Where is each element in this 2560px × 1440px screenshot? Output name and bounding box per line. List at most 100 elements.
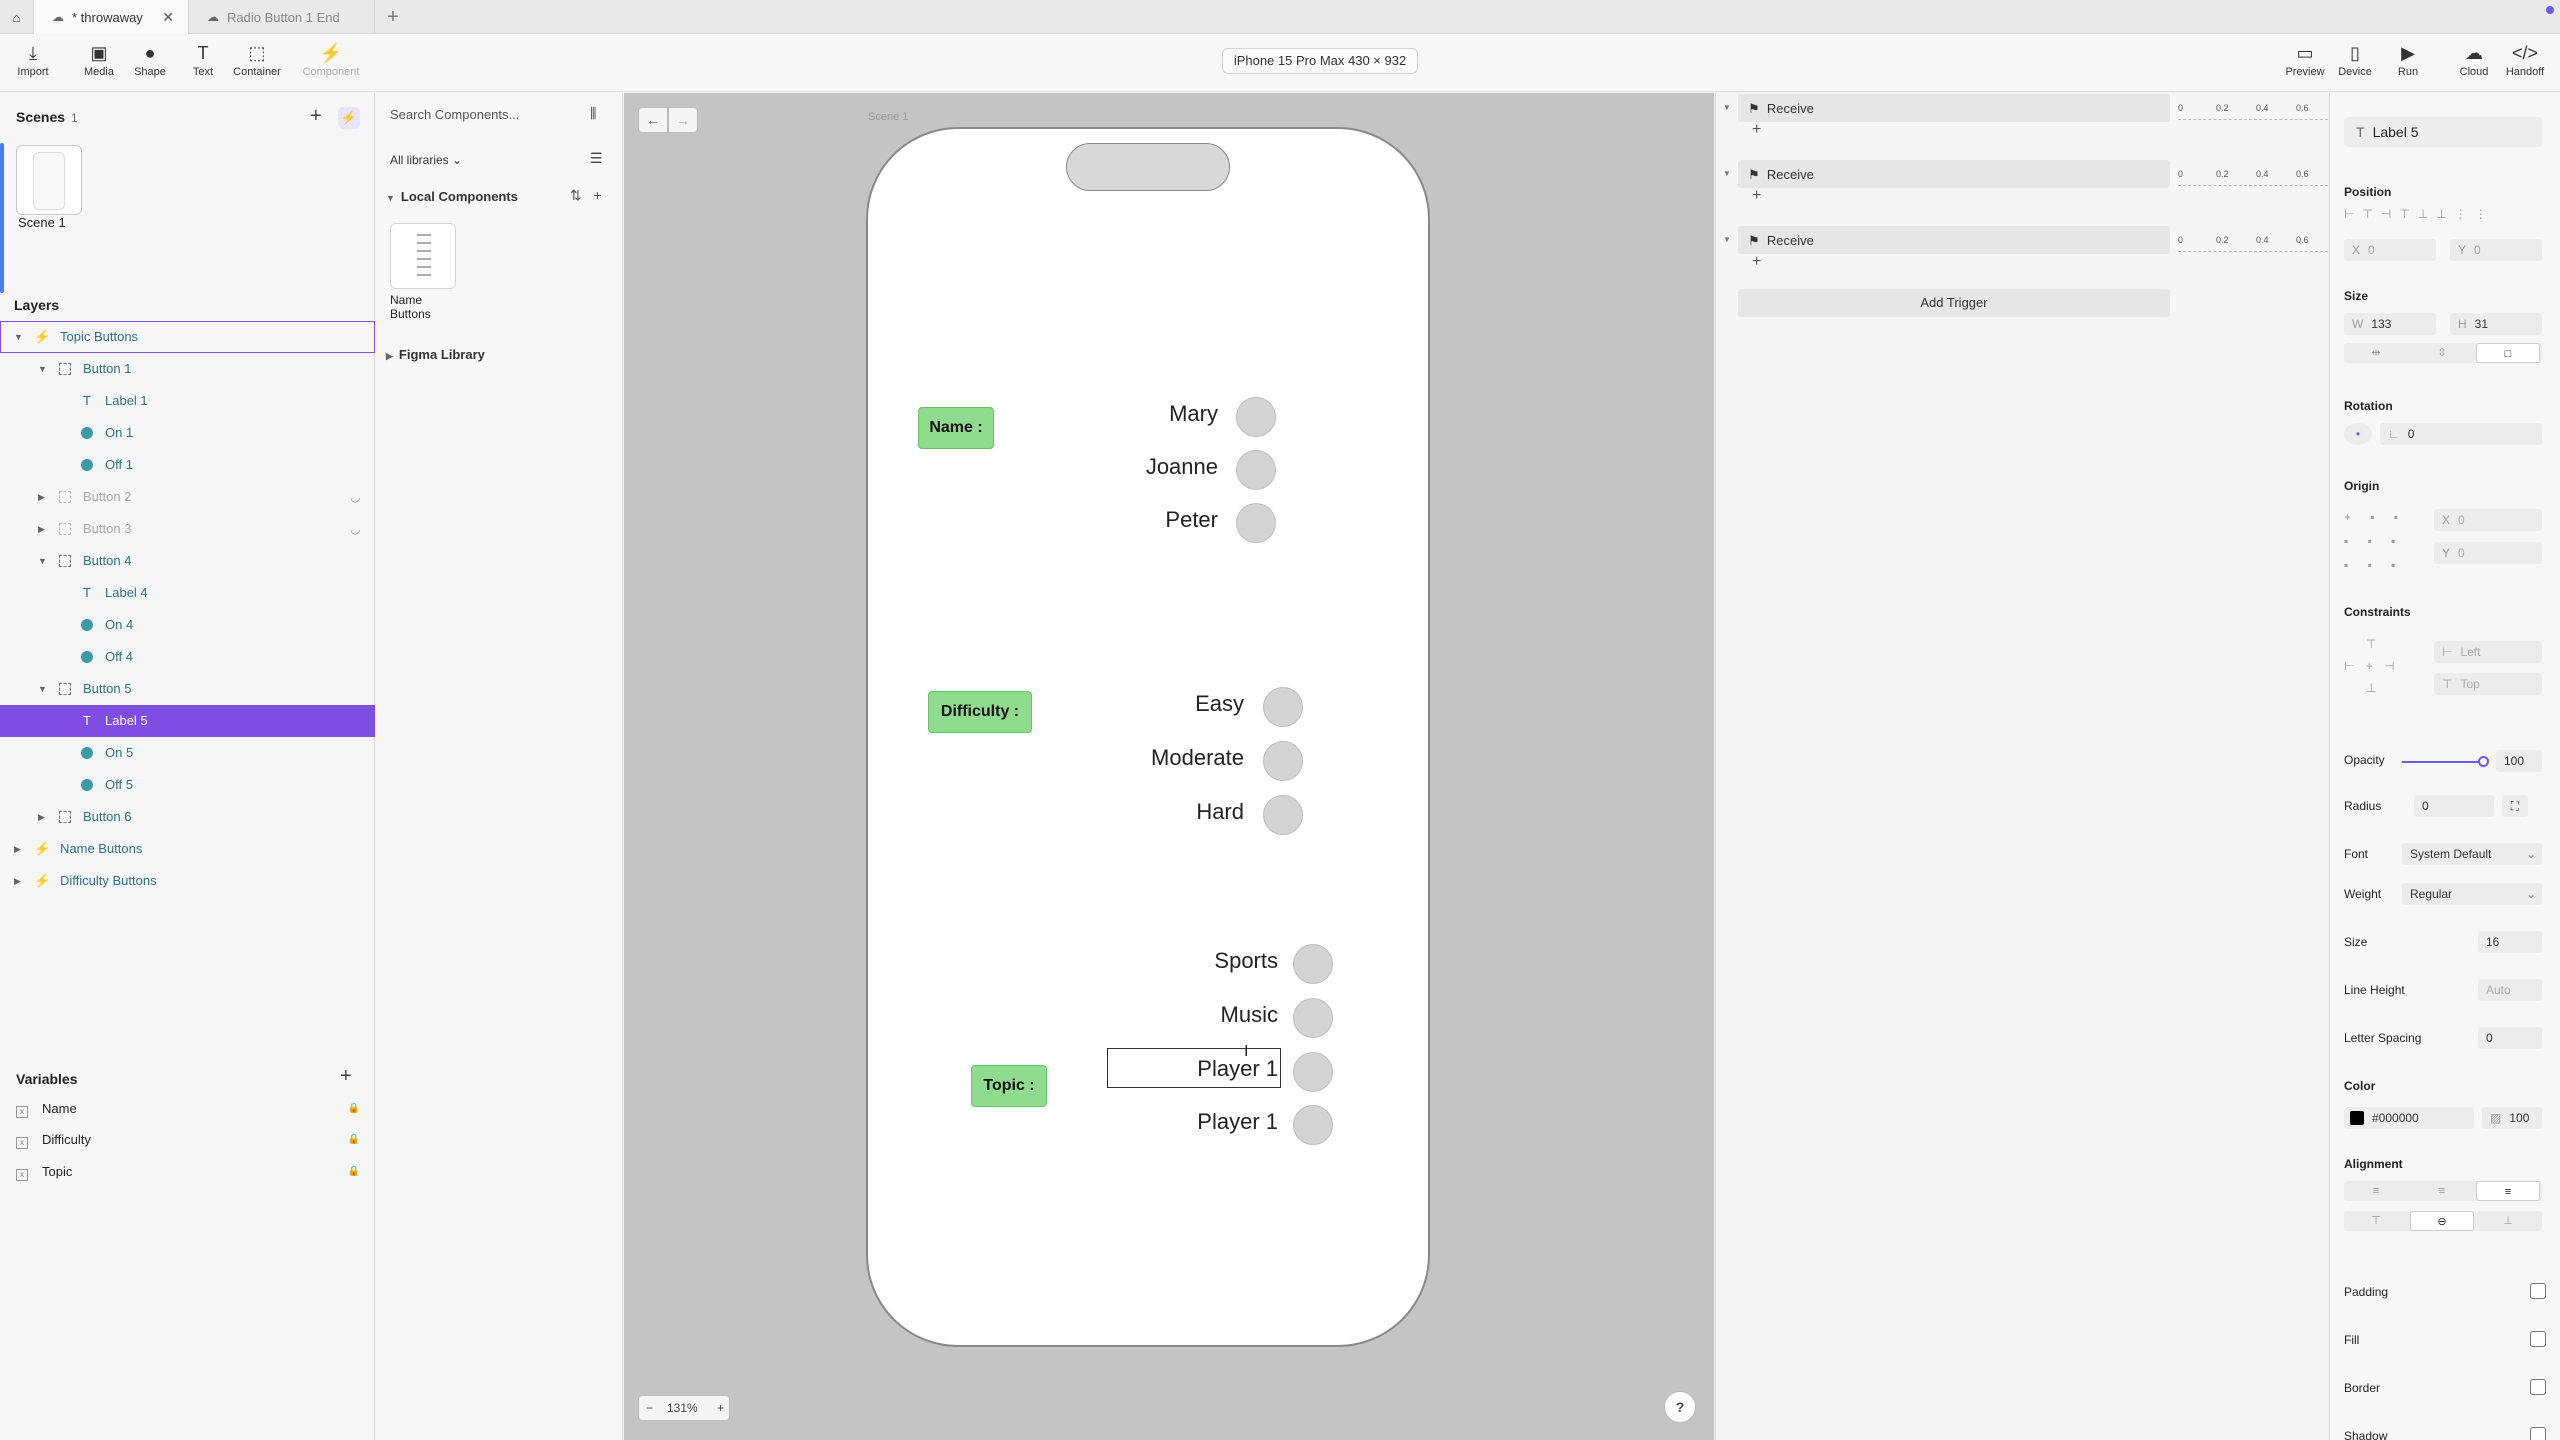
radio-button[interactable] bbox=[1236, 503, 1276, 543]
option-label[interactable]: Moderate bbox=[1108, 745, 1244, 771]
radio-button[interactable] bbox=[1293, 1105, 1333, 1145]
layer-off-4[interactable]: Off 4 bbox=[0, 641, 375, 673]
fixed-height-icon[interactable]: ⇳ bbox=[2410, 343, 2474, 363]
canvas[interactable]: ← → Scene 1 Name : Mary Joanne Peter Dif… bbox=[624, 93, 1714, 1440]
preview-button[interactable]: ▭ Preview bbox=[2280, 42, 2330, 78]
option-label-selected[interactable]: Player 1 bbox=[1138, 1056, 1278, 1082]
radio-button[interactable] bbox=[1236, 450, 1276, 490]
zoom-out-button[interactable]: − bbox=[646, 1401, 653, 1415]
layer-label-1[interactable]: T Label 1 bbox=[0, 385, 375, 417]
origin-x-field[interactable]: X0 bbox=[2434, 509, 2542, 531]
radio-button[interactable] bbox=[1236, 397, 1276, 437]
container-button[interactable]: ⬚ Container bbox=[232, 42, 282, 78]
padding-checkbox[interactable] bbox=[2530, 1283, 2546, 1299]
layer-label-5[interactable]: T Label 5 bbox=[0, 705, 375, 737]
radio-button[interactable] bbox=[1263, 795, 1303, 835]
libraries-dropdown[interactable]: All libraries ⌄ bbox=[390, 153, 462, 167]
layer-button-5[interactable]: ▼ Button 5 bbox=[0, 673, 375, 705]
lock-icon[interactable]: 🔒 bbox=[348, 1129, 360, 1151]
font-select[interactable]: System Default ⌄ bbox=[2402, 843, 2542, 865]
layer-name-buttons[interactable]: ▶ ⚡ Name Buttons bbox=[0, 833, 375, 865]
radius-field[interactable]: 0 bbox=[2414, 795, 2494, 817]
back-arrow-icon[interactable]: ← bbox=[638, 107, 668, 133]
align-icons[interactable]: ⊢⊤⊣⊤⊥⊥⋮⋮ bbox=[2344, 207, 2495, 221]
option-label[interactable]: Mary bbox=[1088, 401, 1218, 427]
layer-off-5[interactable]: Off 5 bbox=[0, 769, 375, 801]
option-label[interactable]: Joanne bbox=[1088, 454, 1218, 480]
tab-throwaway[interactable]: ☁ * throwaway ✕ bbox=[34, 0, 189, 34]
layer-button-2[interactable]: ▶ Button 2 ◡ bbox=[0, 481, 375, 513]
fit-content-icon[interactable]: □ bbox=[2476, 343, 2540, 363]
height-field[interactable]: H 31 bbox=[2450, 313, 2542, 335]
align-center-icon[interactable]: ≡ bbox=[2410, 1181, 2474, 1201]
layer-label-4[interactable]: T Label 4 bbox=[0, 577, 375, 609]
border-checkbox[interactable] bbox=[2530, 1379, 2546, 1395]
topic-label[interactable]: Topic : bbox=[971, 1065, 1047, 1107]
add-action-button[interactable]: + bbox=[1752, 121, 1761, 139]
trigger-row[interactable]: ▼ ⚑ Receive + 0 0.2 0.4 0.6 bbox=[1716, 159, 2330, 225]
layer-on-1[interactable]: On 1 bbox=[0, 417, 375, 449]
fixed-width-icon[interactable]: ⇹ bbox=[2344, 343, 2408, 363]
layer-on-5[interactable]: On 5 bbox=[0, 737, 375, 769]
variable-topic[interactable]: x Topic 🔒 bbox=[16, 1161, 360, 1183]
device-selector[interactable]: iPhone 15 Pro Max 430 × 932 bbox=[1222, 48, 1418, 74]
option-label[interactable]: Player 1 bbox=[1138, 1109, 1278, 1135]
layer-on-4[interactable]: On 4 bbox=[0, 609, 375, 641]
chevron-down-icon[interactable]: ▼ bbox=[1723, 235, 1731, 244]
letter-spacing-field[interactable]: 0 bbox=[2478, 1027, 2542, 1049]
fill-checkbox[interactable] bbox=[2530, 1331, 2546, 1347]
media-button[interactable]: ▣ Media bbox=[74, 42, 124, 78]
color-opacity-field[interactable]: ▨ 100 bbox=[2482, 1107, 2542, 1129]
option-label[interactable]: Sports bbox=[1138, 948, 1278, 974]
help-button[interactable]: ? bbox=[1664, 1391, 1696, 1423]
bolt-icon[interactable]: ⚡ bbox=[338, 107, 360, 129]
constraint-vertical[interactable]: ⊤ Top bbox=[2434, 673, 2542, 695]
plus-icon[interactable]: + bbox=[593, 187, 601, 203]
shape-button[interactable]: ● Shape bbox=[125, 42, 175, 78]
option-label[interactable]: Music bbox=[1138, 1002, 1278, 1028]
text-button[interactable]: T Text bbox=[178, 42, 228, 78]
radio-button[interactable] bbox=[1293, 944, 1333, 984]
chevron-down-icon[interactable]: ▼ bbox=[1723, 169, 1731, 178]
weight-select[interactable]: Regular ⌄ bbox=[2402, 883, 2542, 905]
lock-icon[interactable]: 🔒 bbox=[348, 1098, 360, 1120]
layer-topic-buttons[interactable]: ▼ ⚡ Topic Buttons bbox=[0, 321, 375, 353]
layer-button-4[interactable]: ▼ Button 4 bbox=[0, 545, 375, 577]
opacity-slider-knob[interactable] bbox=[2478, 756, 2489, 767]
name-label[interactable]: Name : bbox=[918, 407, 994, 449]
color-swatch[interactable] bbox=[2350, 1111, 2364, 1125]
add-scene-button[interactable]: + bbox=[310, 105, 322, 128]
library-icon[interactable]: ⫼ bbox=[590, 105, 596, 122]
origin-y-field[interactable]: Y0 bbox=[2434, 542, 2542, 564]
shadow-checkbox[interactable] bbox=[2530, 1427, 2546, 1440]
origin-grid[interactable]: + ▪ ▪ ▪ ▪ ▪ ▪ ▪ ▪ bbox=[2344, 505, 2406, 577]
align-bottom-icon[interactable]: ⊥ bbox=[2476, 1211, 2540, 1231]
layer-difficulty-buttons[interactable]: ▶ ⚡ Difficulty Buttons bbox=[0, 865, 375, 897]
trigger-row[interactable]: ▼ ⚑ Receive + 0 0.2 0.4 0.6 bbox=[1716, 93, 2330, 159]
option-label[interactable]: Hard bbox=[1108, 799, 1244, 825]
variable-name[interactable]: x Name 🔒 bbox=[16, 1098, 360, 1120]
radio-button[interactable] bbox=[1263, 741, 1303, 781]
device-button[interactable]: ▯ Device bbox=[2330, 42, 2380, 78]
list-view-icon[interactable]: ☰ bbox=[590, 150, 603, 167]
add-action-button[interactable]: + bbox=[1752, 253, 1761, 271]
import-button[interactable]: ⤓ Import bbox=[8, 42, 58, 78]
search-components-input[interactable]: Search Components... bbox=[390, 107, 570, 122]
trigger-row[interactable]: ▼ ⚑ Receive + 0 0.2 0.4 0.6 bbox=[1716, 225, 2330, 291]
constraints-widget[interactable]: ⊤ ⊢ + ⊣ ⊥ bbox=[2344, 633, 2399, 699]
home-tab[interactable]: ⌂ bbox=[0, 0, 34, 34]
layer-off-1[interactable]: Off 1 bbox=[0, 449, 375, 481]
add-variable-button[interactable]: + bbox=[340, 1065, 352, 1088]
component-thumbnail[interactable] bbox=[390, 223, 456, 289]
align-top-icon[interactable]: ⊤ bbox=[2344, 1211, 2408, 1231]
radio-button[interactable] bbox=[1293, 998, 1333, 1038]
x-field[interactable]: X0 bbox=[2344, 239, 2436, 261]
hidden-eye-icon[interactable]: ◡ bbox=[350, 481, 360, 513]
layer-button-6[interactable]: ▶ Button 6 bbox=[0, 801, 375, 833]
handoff-button[interactable]: </> Handoff bbox=[2500, 42, 2550, 78]
layer-button-1[interactable]: ▼ Button 1 bbox=[0, 353, 375, 385]
zoom-level[interactable]: 131% bbox=[667, 1401, 698, 1415]
add-trigger-button[interactable]: Add Trigger bbox=[1738, 289, 2170, 317]
expand-radius-icon[interactable]: ⛶ bbox=[2502, 795, 2528, 817]
variable-difficulty[interactable]: x Difficulty 🔒 bbox=[16, 1129, 360, 1151]
